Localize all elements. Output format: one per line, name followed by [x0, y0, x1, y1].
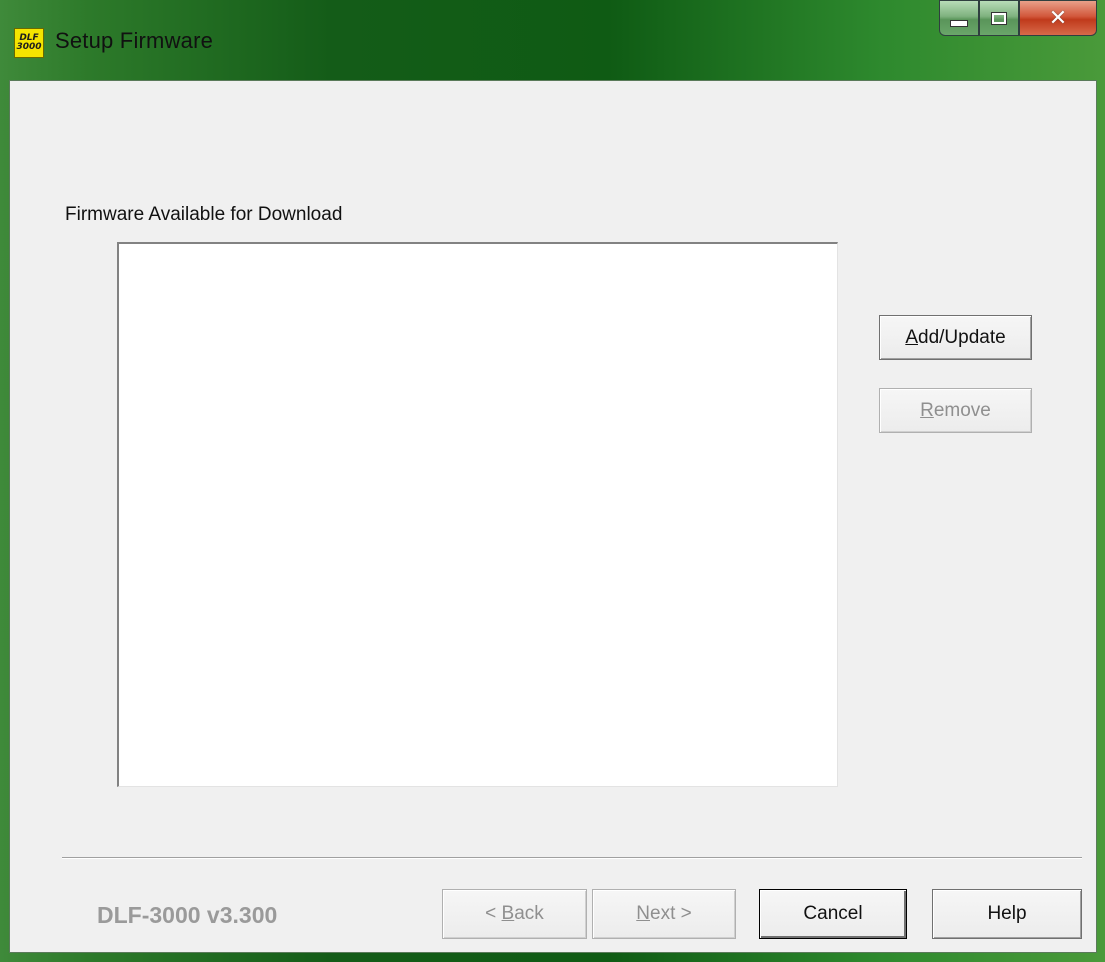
version-label: DLF-3000 v3.300: [97, 902, 278, 928]
remove-mnemonic: R: [920, 399, 934, 421]
caption-buttons: ✕: [939, 0, 1097, 36]
cancel-button[interactable]: Cancel: [759, 889, 907, 939]
close-button[interactable]: ✕: [1019, 0, 1097, 36]
dlf-app-icon: DLF 3000: [14, 28, 44, 58]
minimize-button[interactable]: [939, 0, 979, 36]
close-icon: ✕: [1048, 5, 1068, 31]
window-title: Setup Firmware: [55, 28, 214, 53]
add-update-mnemonic: A: [905, 326, 918, 348]
help-button[interactable]: Help: [932, 889, 1082, 939]
maximize-button[interactable]: [979, 0, 1019, 36]
dialog-client-area: Firmware Available for Download Add/Upda…: [9, 80, 1097, 953]
back-mnemonic: B: [501, 903, 515, 924]
add-update-label: dd/Update: [918, 326, 1006, 348]
footer-separator: [62, 857, 1082, 859]
remove-label: emove: [933, 399, 991, 421]
next-mnemonic: N: [636, 903, 650, 924]
setup-firmware-window: DLF 3000 Setup Firmware ✕ Firmware Avail…: [0, 0, 1105, 962]
back-label: ack: [514, 903, 544, 924]
back-button[interactable]: < Back: [442, 889, 587, 939]
back-prefix: <: [485, 903, 502, 924]
maximize-icon: [991, 11, 1007, 25]
next-label: ext >: [650, 903, 692, 924]
minimize-icon: [950, 19, 968, 27]
firmware-listbox[interactable]: [117, 242, 838, 787]
firmware-list-label: Firmware Available for Download: [65, 204, 343, 225]
app-icon-text: DLF 3000: [16, 33, 42, 52]
next-button[interactable]: Next >: [592, 889, 736, 939]
title-bar[interactable]: DLF 3000 Setup Firmware ✕: [0, 0, 1105, 80]
add-update-button[interactable]: Add/Update: [879, 315, 1032, 360]
remove-button[interactable]: Remove: [879, 388, 1032, 433]
